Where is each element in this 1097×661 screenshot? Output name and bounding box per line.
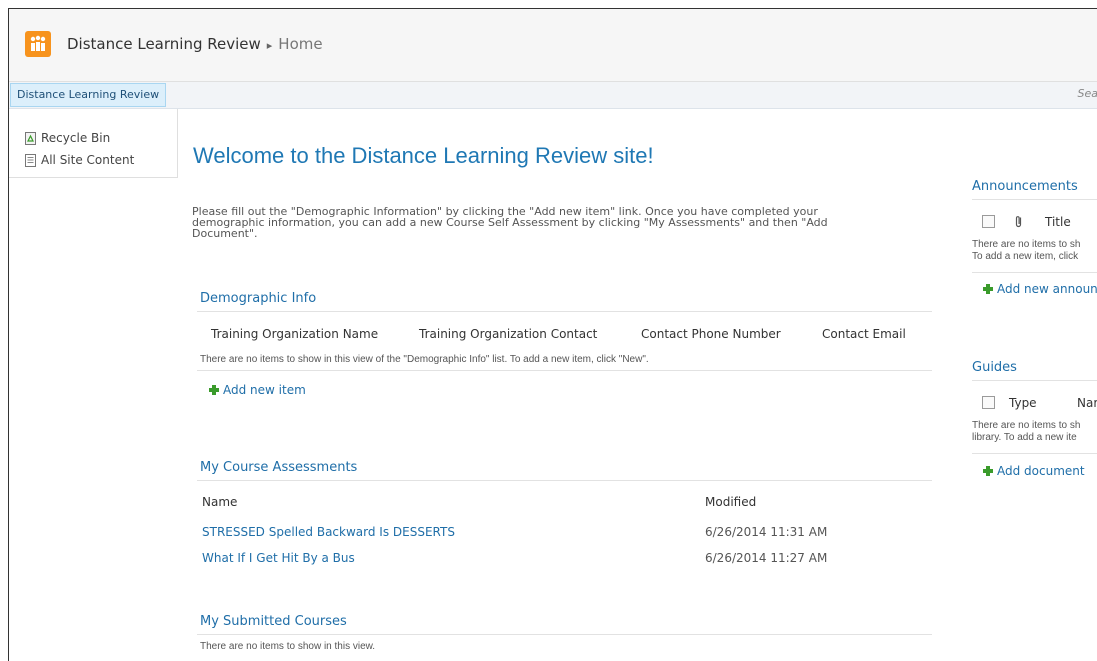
assessment-modified: 6/26/2014 11:31 AM [705,525,827,539]
add-document-label: Add document [997,464,1085,478]
top-nav-bar: Distance Learning Review Sea [9,82,1097,109]
divider [972,199,1097,200]
intro-text: Please fill out the "Demographic Informa… [192,206,922,239]
divider [972,272,1097,273]
demographic-info-title[interactable]: Demographic Info [200,291,316,306]
guides-empty-text: There are no items to sh library. To add… [972,420,1080,444]
add-new-item-label: Add new item [223,383,306,397]
column-header-name[interactable]: Nar [1077,396,1097,410]
course-assessments-title[interactable]: My Course Assessments [200,460,357,475]
column-header-title[interactable]: Title [1045,215,1071,229]
intro-line: demographic information, you can add a n… [192,217,922,228]
add-new-announcement-button[interactable]: Add new announ [983,282,1097,296]
submitted-courses-title[interactable]: My Submitted Courses [200,614,347,629]
sharepoint-window: Distance Learning Review ▸ Home Distance L… [8,8,1097,661]
add-document-button[interactable]: Add document [983,464,1085,478]
divider [197,370,932,371]
guides-title[interactable]: Guides [972,360,1017,375]
column-header-modified[interactable]: Modified [705,495,756,509]
column-header-org-contact[interactable]: Training Organization Contact [419,327,597,341]
breadcrumb-page: Home [278,35,322,53]
announcements-empty-text: There are no items to sh To add a new it… [972,239,1080,263]
sidebar-item-label: All Site Content [41,153,134,167]
search-input[interactable]: Sea [1078,87,1097,100]
sidebar-item-label: Recycle Bin [41,131,110,145]
divider [197,311,932,312]
divider [197,634,932,635]
empty-line: To add a new item, click [972,251,1080,263]
divider [197,480,932,481]
add-announcement-label: Add new announ [997,282,1097,296]
page-title: Welcome to the Distance Learning Review … [193,143,654,169]
intro-line: Document". [192,228,922,239]
attachment-icon [1015,215,1023,228]
submitted-empty-text: There are no items to show in this view. [200,641,375,652]
empty-line: There are no items to sh [972,239,1080,251]
site-content-icon [25,154,36,167]
column-header-org-name[interactable]: Training Organization Name [211,327,378,341]
add-new-item-button[interactable]: Add new item [209,383,306,397]
column-header-phone[interactable]: Contact Phone Number [641,327,781,341]
title-bar: Distance Learning Review ▸ Home [9,9,1097,82]
column-header-email[interactable]: Contact Email [822,327,906,341]
announcements-title[interactable]: Announcements [972,179,1078,194]
column-header-name[interactable]: Name [202,495,237,509]
empty-line: There are no items to sh [972,420,1080,432]
assessment-link[interactable]: STRESSED Spelled Backward Is DESSERTS [202,525,455,539]
select-all-checkbox[interactable] [982,215,995,228]
breadcrumb-site[interactable]: Distance Learning Review [67,35,261,53]
breadcrumb: Distance Learning Review ▸ Home [67,35,323,53]
recycle-bin-icon [25,132,36,145]
demographic-empty-text: There are no items to show in this view … [200,354,649,365]
select-all-checkbox[interactable] [982,396,995,409]
site-logo-icon[interactable] [25,31,51,57]
breadcrumb-separator-icon: ▸ [267,39,273,52]
add-plus-icon [209,385,219,395]
column-header-type[interactable]: Type [1009,396,1037,410]
assessment-link[interactable]: What If I Get Hit By a Bus [202,551,355,565]
add-plus-icon [983,284,993,294]
nav-tab-home[interactable]: Distance Learning Review [10,83,166,107]
assessment-modified: 6/26/2014 11:27 AM [705,551,827,565]
divider [972,453,1097,454]
divider [972,380,1097,381]
quick-launch: Recycle Bin All Site Content [9,109,178,178]
add-plus-icon [983,466,993,476]
empty-line: library. To add a new ite [972,432,1080,444]
